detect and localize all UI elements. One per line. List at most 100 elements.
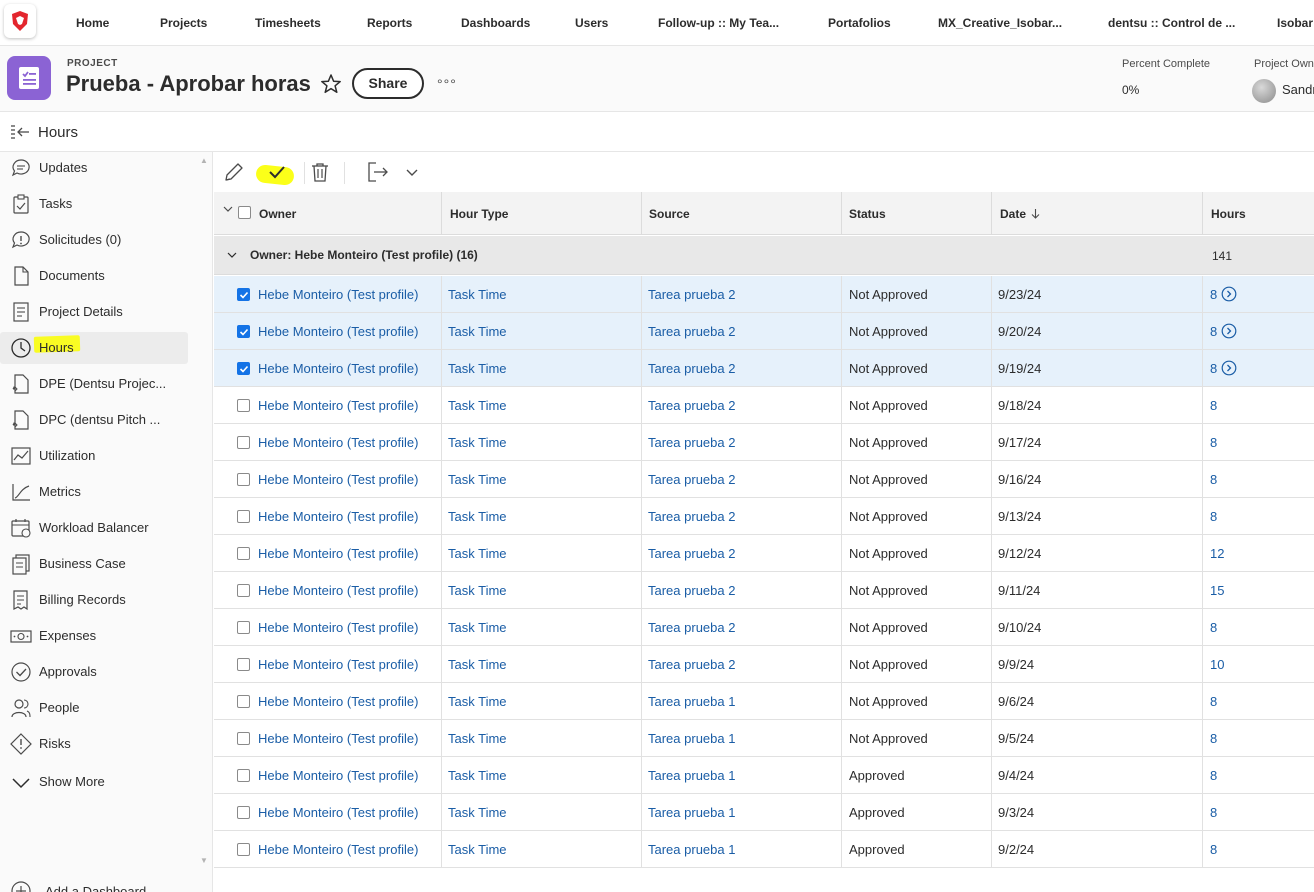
delete-trash-icon[interactable] bbox=[308, 160, 332, 184]
hour-type-link[interactable]: Task Time bbox=[448, 472, 507, 487]
source-link[interactable]: Tarea prueba 2 bbox=[648, 546, 735, 561]
hour-type-link[interactable]: Task Time bbox=[448, 731, 507, 746]
source-link[interactable]: Tarea prueba 2 bbox=[648, 287, 735, 302]
row-checkbox[interactable] bbox=[237, 399, 250, 412]
row-checkbox[interactable] bbox=[237, 732, 250, 745]
sidebar-item-documents[interactable]: Documents bbox=[0, 260, 188, 292]
column-header-source[interactable]: Source bbox=[649, 207, 690, 221]
hours-link[interactable]: 8 bbox=[1210, 361, 1217, 376]
row-checkbox[interactable] bbox=[237, 325, 250, 338]
table-row[interactable]: Hebe Monteiro (Test profile) Task Time Tar… bbox=[214, 350, 1314, 387]
add-dashboard-button[interactable]: Add a Dashboard bbox=[0, 876, 188, 892]
row-checkbox[interactable] bbox=[237, 547, 250, 560]
sidebar-item-expenses[interactable]: Expenses bbox=[0, 620, 188, 652]
table-row[interactable]: Hebe Monteiro (Test profile) Task Time Tar… bbox=[214, 313, 1314, 350]
hour-type-link[interactable]: Task Time bbox=[448, 361, 507, 376]
nav-item-users[interactable]: Users bbox=[575, 16, 608, 30]
hours-link[interactable]: 8 bbox=[1210, 694, 1217, 709]
select-all-checkbox[interactable] bbox=[238, 206, 251, 219]
owner-link[interactable]: Hebe Monteiro (Test profile) bbox=[258, 583, 418, 598]
sidebar-item-dpc-dentsu-pitch[interactable]: DPC (dentsu Pitch ... bbox=[0, 404, 188, 436]
table-row[interactable]: Hebe Monteiro (Test profile) Task Time Tar… bbox=[214, 535, 1314, 572]
sidebar-item-workload-balancer[interactable]: Workload Balancer bbox=[0, 512, 188, 544]
source-link[interactable]: Tarea prueba 2 bbox=[648, 620, 735, 635]
row-checkbox[interactable] bbox=[237, 510, 250, 523]
details-arrow-icon[interactable] bbox=[1221, 323, 1237, 339]
hours-link[interactable]: 8 bbox=[1210, 398, 1217, 413]
hours-link[interactable]: 8 bbox=[1210, 842, 1217, 857]
sidebar-item-tasks[interactable]: Tasks bbox=[0, 188, 188, 220]
hours-link[interactable]: 8 bbox=[1210, 768, 1217, 783]
nav-item-reports[interactable]: Reports bbox=[367, 16, 412, 30]
source-link[interactable]: Tarea prueba 1 bbox=[648, 768, 735, 783]
row-checkbox[interactable] bbox=[237, 658, 250, 671]
hours-link[interactable]: 8 bbox=[1210, 287, 1217, 302]
owner-link[interactable]: Hebe Monteiro (Test profile) bbox=[258, 287, 418, 302]
row-checkbox[interactable] bbox=[237, 695, 250, 708]
source-link[interactable]: Tarea prueba 2 bbox=[648, 435, 735, 450]
hour-type-link[interactable]: Task Time bbox=[448, 324, 507, 339]
source-link[interactable]: Tarea prueba 1 bbox=[648, 805, 735, 820]
table-row[interactable]: Hebe Monteiro (Test profile) Task Time Tar… bbox=[214, 572, 1314, 609]
owner-link[interactable]: Hebe Monteiro (Test profile) bbox=[258, 398, 418, 413]
source-link[interactable]: Tarea prueba 2 bbox=[648, 361, 735, 376]
hour-type-link[interactable]: Task Time bbox=[448, 620, 507, 635]
hour-type-link[interactable]: Task Time bbox=[448, 768, 507, 783]
sidebar-item-hours[interactable]: Hours bbox=[0, 332, 188, 364]
row-checkbox[interactable] bbox=[237, 473, 250, 486]
hours-link[interactable]: 8 bbox=[1210, 731, 1217, 746]
hour-type-link[interactable]: Task Time bbox=[448, 546, 507, 561]
owner-link[interactable]: Hebe Monteiro (Test profile) bbox=[258, 620, 418, 635]
group-header-row[interactable]: Owner: Hebe Monteiro (Test profile) (16)… bbox=[214, 236, 1314, 275]
owner-link[interactable]: Hebe Monteiro (Test profile) bbox=[258, 509, 418, 524]
nav-item-dashboards[interactable]: Dashboards bbox=[461, 16, 530, 30]
source-link[interactable]: Tarea prueba 2 bbox=[648, 472, 735, 487]
nav-item-mx-creative-isobar[interactable]: MX_Creative_Isobar... bbox=[938, 16, 1062, 30]
source-link[interactable]: Tarea prueba 1 bbox=[648, 842, 735, 857]
sidebar-item-updates[interactable]: Updates bbox=[0, 152, 188, 184]
owner-link[interactable]: Hebe Monteiro (Test profile) bbox=[258, 472, 418, 487]
sidebar-item-people[interactable]: People bbox=[0, 692, 188, 724]
hour-type-link[interactable]: Task Time bbox=[448, 583, 507, 598]
sidebar-item-risks[interactable]: Risks bbox=[0, 728, 188, 760]
scroll-down-icon[interactable]: ▼ bbox=[200, 856, 208, 865]
table-row[interactable]: Hebe Monteiro (Test profile) Task Time Tar… bbox=[214, 794, 1314, 831]
table-row[interactable]: Hebe Monteiro (Test profile) Task Time Tar… bbox=[214, 424, 1314, 461]
source-link[interactable]: Tarea prueba 2 bbox=[648, 509, 735, 524]
nav-item-projects[interactable]: Projects bbox=[160, 16, 207, 30]
table-row[interactable]: Hebe Monteiro (Test profile) Task Time Tar… bbox=[214, 646, 1314, 683]
table-row[interactable]: Hebe Monteiro (Test profile) Task Time Tar… bbox=[214, 276, 1314, 313]
share-button[interactable]: Share bbox=[352, 68, 424, 99]
row-checkbox[interactable] bbox=[237, 621, 250, 634]
sidebar-item-solicitudes-0[interactable]: Solicitudes (0) bbox=[0, 224, 188, 256]
table-row[interactable]: Hebe Monteiro (Test profile) Task Time Tar… bbox=[214, 831, 1314, 868]
hours-link[interactable]: 8 bbox=[1210, 805, 1217, 820]
hours-link[interactable]: 8 bbox=[1210, 472, 1217, 487]
column-header-owner[interactable]: Owner bbox=[259, 207, 296, 221]
row-checkbox[interactable] bbox=[237, 288, 250, 301]
hours-link[interactable]: 8 bbox=[1210, 324, 1217, 339]
sidebar-item-metrics[interactable]: Metrics bbox=[0, 476, 188, 508]
hour-type-link[interactable]: Task Time bbox=[448, 287, 507, 302]
export-icon[interactable] bbox=[366, 160, 390, 184]
hours-link[interactable]: 8 bbox=[1210, 435, 1217, 450]
nav-item-timesheets[interactable]: Timesheets bbox=[255, 16, 321, 30]
chevron-down-icon[interactable] bbox=[400, 160, 424, 184]
hour-type-link[interactable]: Task Time bbox=[448, 398, 507, 413]
more-options-icon[interactable]: °°° bbox=[437, 76, 457, 92]
owner-link[interactable]: Hebe Monteiro (Test profile) bbox=[258, 324, 418, 339]
source-link[interactable]: Tarea prueba 2 bbox=[648, 657, 735, 672]
hours-link[interactable]: 8 bbox=[1210, 620, 1217, 635]
approve-checkmark-icon[interactable] bbox=[265, 160, 289, 184]
chevron-down-icon[interactable] bbox=[227, 250, 237, 260]
hour-type-link[interactable]: Task Time bbox=[448, 657, 507, 672]
owner-link[interactable]: Hebe Monteiro (Test profile) bbox=[258, 842, 418, 857]
sidebar-item-billing-records[interactable]: Billing Records bbox=[0, 584, 188, 616]
table-row[interactable]: Hebe Monteiro (Test profile) Task Time Tar… bbox=[214, 720, 1314, 757]
chevron-down-icon[interactable] bbox=[223, 204, 233, 214]
row-checkbox[interactable] bbox=[237, 769, 250, 782]
row-checkbox[interactable] bbox=[237, 843, 250, 856]
owner-link[interactable]: Hebe Monteiro (Test profile) bbox=[258, 731, 418, 746]
row-checkbox[interactable] bbox=[237, 806, 250, 819]
sidebar-item-show-more[interactable]: Show More bbox=[0, 766, 188, 798]
